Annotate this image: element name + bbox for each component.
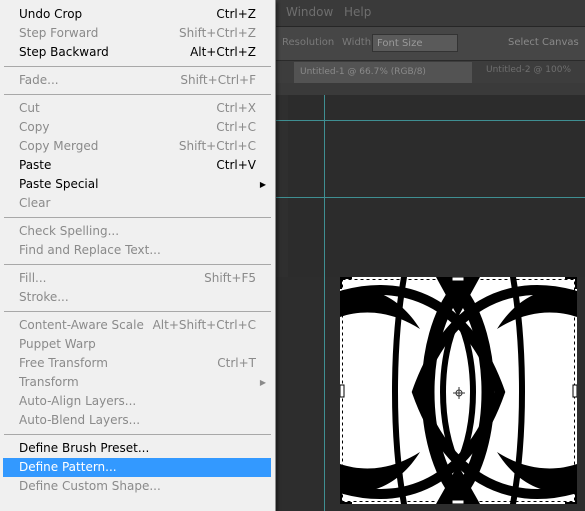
menu-item-label: Copy [19, 120, 50, 134]
menu-item-label: Free Transform [19, 356, 108, 370]
options-select-canvas[interactable]: Select Canvas [508, 37, 579, 48]
menu-item-copy[interactable]: Copy Ctrl+C [3, 118, 271, 137]
menu-item-free-transform[interactable]: Free Transform Ctrl+T [3, 354, 271, 373]
menu-item-label: Step Forward [19, 26, 99, 40]
menu-item-label: Transform [19, 375, 79, 389]
menu-item-label: Auto-Align Layers... [19, 394, 137, 408]
document-tab-active[interactable]: Untitled-1 @ 66.7% (RGB/8) [294, 62, 472, 83]
menu-item-label: Undo Crop [19, 7, 83, 21]
menu-item-label: Define Custom Shape... [19, 479, 161, 493]
menu-item-step-backward[interactable]: Step Backward Alt+Ctrl+Z [3, 43, 271, 62]
document-tab-bar: Untitled-1 @ 66.7% (RGB/8) Untitled-2 @ … [276, 61, 585, 84]
guide-horizontal-top[interactable] [276, 120, 585, 121]
menu-item-step-forward[interactable]: Step Forward Shift+Ctrl+Z [3, 24, 271, 43]
menu-item-auto-align-layers[interactable]: Auto-Align Layers... [3, 392, 271, 411]
triangle-right-icon: ▶ [259, 378, 266, 387]
menu-item-define-pattern[interactable]: Define Pattern... [3, 458, 271, 477]
menu-item-shortcut: Ctrl+X [216, 101, 256, 115]
menu-separator [4, 94, 271, 95]
menu-item-label: Fill... [19, 271, 47, 285]
pattern-artwork [340, 277, 577, 504]
options-resolution-label: Resolution [282, 37, 335, 48]
guide-vertical[interactable] [324, 95, 325, 511]
menubar: Window Help [276, 0, 585, 27]
menu-item-copy-merged[interactable]: Copy Merged Shift+Ctrl+C [3, 137, 271, 156]
workspace-area [288, 95, 585, 277]
menu-item-label: Paste [19, 158, 52, 172]
menu-item-label: Content-Aware Scale [19, 318, 144, 332]
menu-item-shortcut: Shift+Ctrl+Z [179, 26, 256, 40]
menu-item-check-spelling[interactable]: Check Spelling... [3, 222, 271, 241]
menu-item-cut[interactable]: Cut Ctrl+X [3, 99, 271, 118]
menu-item-define-brush-preset[interactable]: Define Brush Preset... [3, 439, 271, 458]
menu-item-shortcut: Ctrl+Z [216, 7, 256, 21]
menu-item-content-aware-scale[interactable]: Content-Aware Scale Alt+Shift+Ctrl+C [3, 316, 271, 335]
menu-item-define-custom-shape[interactable]: Define Custom Shape... [3, 477, 271, 496]
menu-item-label: Auto-Blend Layers... [19, 413, 141, 427]
menu-item-shortcut: Shift+F5 [204, 271, 256, 285]
guide-horizontal-middle[interactable] [276, 197, 585, 198]
menu-item-shortcut: Ctrl+V [216, 158, 256, 172]
options-dropdown[interactable]: Font Size [372, 34, 458, 52]
menu-separator [4, 66, 271, 67]
menu-item-undo-crop[interactable]: Undo Crop Ctrl+Z [3, 5, 271, 24]
menu-item-label: Stroke... [19, 290, 69, 304]
menu-item-label: Puppet Warp [19, 337, 96, 351]
crosshair-icon [453, 387, 465, 399]
menu-item-paste-special[interactable]: Paste Special ▶ [3, 175, 271, 194]
menu-item-fill[interactable]: Fill... Shift+F5 [3, 269, 271, 288]
menu-item-paste[interactable]: Paste Ctrl+V [3, 156, 271, 175]
menu-item-label: Define Brush Preset... [19, 441, 150, 455]
options-width-label: Width [342, 37, 372, 48]
triangle-right-icon: ▶ [259, 180, 266, 189]
menu-item-transform[interactable]: Transform ▶ [3, 373, 271, 392]
menu-item-label: Cut [19, 101, 40, 115]
options-bar: Resolution Width Font Size Select Canvas [276, 27, 585, 61]
menu-separator [4, 264, 271, 265]
menu-item-puppet-warp[interactable]: Puppet Warp [3, 335, 271, 354]
menu-item-shortcut: Shift+Ctrl+F [180, 73, 256, 87]
menu-help[interactable]: Help [344, 5, 371, 19]
menu-item-label: Copy Merged [19, 139, 99, 153]
menu-item-label: Step Backward [19, 45, 109, 59]
menu-item-clear[interactable]: Clear [3, 194, 271, 213]
menu-item-label: Find and Replace Text... [19, 243, 161, 257]
edit-menu: Undo Crop Ctrl+Z Step Forward Shift+Ctrl+Z S… [0, 0, 276, 511]
menu-separator [4, 311, 271, 312]
menu-item-label: Check Spelling... [19, 224, 120, 238]
menu-separator [4, 434, 271, 435]
menu-item-find-and-replace-text[interactable]: Find and Replace Text... [3, 241, 271, 260]
menu-item-shortcut: Shift+Ctrl+C [178, 139, 256, 153]
menu-item-shortcut: Ctrl+T [217, 356, 256, 370]
menu-item-shortcut: Alt+Ctrl+Z [190, 45, 256, 59]
menu-item-stroke[interactable]: Stroke... [3, 288, 271, 307]
menu-item-auto-blend-layers[interactable]: Auto-Blend Layers... [3, 411, 271, 430]
menu-item-label: Define Pattern... [19, 460, 117, 474]
menu-item-label: Fade... [19, 73, 59, 87]
menu-item-shortcut: Alt+Shift+Ctrl+C [152, 318, 256, 332]
menu-item-shortcut: Ctrl+C [216, 120, 256, 134]
menu-item-label: Paste Special [19, 177, 99, 191]
menu-window[interactable]: Window [286, 5, 333, 19]
document-tab-inactive[interactable]: Untitled-2 @ 100% [486, 65, 571, 75]
menu-item-fade[interactable]: Fade... Shift+Ctrl+F [3, 71, 271, 90]
menu-separator [4, 217, 271, 218]
document-canvas[interactable] [340, 277, 577, 504]
menu-item-label: Clear [19, 196, 51, 210]
